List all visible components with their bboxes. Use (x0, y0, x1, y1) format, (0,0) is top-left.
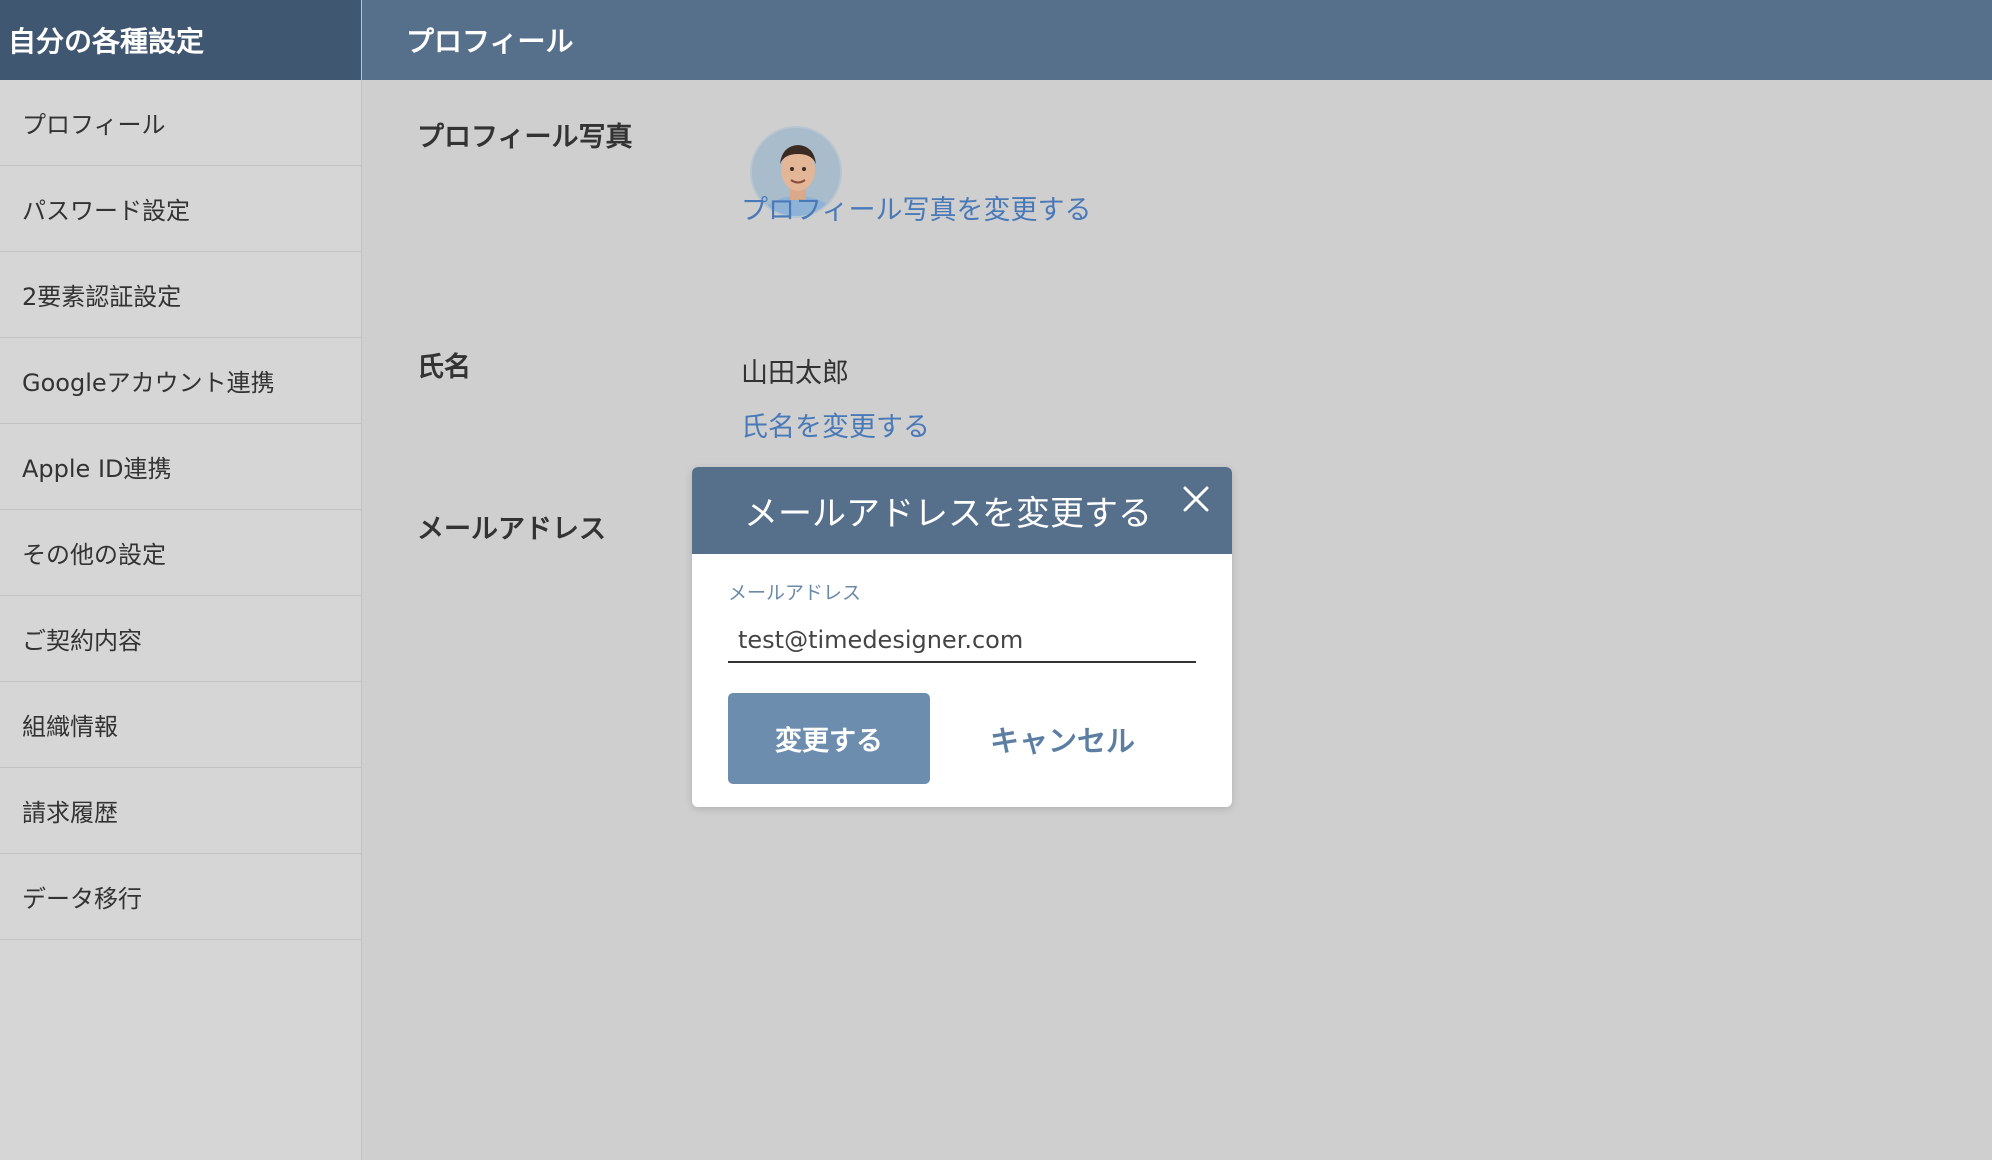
sidebar-item-google[interactable]: Googleアカウント連携 (0, 338, 361, 424)
sidebar-item-apple-id[interactable]: Apple ID連携 (0, 424, 361, 510)
sidebar: 自分の各種設定 プロフィール パスワード設定 2要素認証設定 Googleアカウ… (0, 0, 362, 1160)
change-name-link[interactable]: 氏名を変更する (741, 405, 930, 444)
email-field-label: メールアドレス (728, 582, 862, 604)
close-icon[interactable] (1178, 481, 1214, 517)
sidebar-nav: プロフィール パスワード設定 2要素認証設定 Googleアカウント連携 App… (0, 80, 361, 940)
sidebar-item-contract[interactable]: ご契約内容 (0, 596, 361, 682)
dialog-title: メールアドレスを変更する (744, 494, 1152, 534)
page-header: プロフィール (362, 0, 1992, 80)
submit-button[interactable]: 変更する (728, 693, 930, 784)
change-email-dialog: メールアドレスを変更する メールアドレス 変更する キャンセル (692, 467, 1232, 807)
dialog-header: メールアドレスを変更する (692, 467, 1232, 554)
sidebar-item-profile[interactable]: プロフィール (0, 80, 361, 166)
page-title: プロフィール (406, 25, 574, 58)
sidebar-item-organization[interactable]: 組織情報 (0, 682, 361, 768)
sidebar-item-data-migration[interactable]: データ移行 (0, 854, 361, 940)
change-photo-link[interactable]: プロフィール写真を変更する (741, 188, 1091, 227)
email-label: メールアドレス (417, 514, 606, 545)
name-label: 氏名 (417, 352, 471, 383)
email-input[interactable] (728, 619, 1196, 663)
sidebar-item-two-factor[interactable]: 2要素認証設定 (0, 252, 361, 338)
sidebar-item-password[interactable]: パスワード設定 (0, 166, 361, 252)
dialog-actions: 変更する キャンセル (728, 693, 1196, 784)
sidebar-item-other-settings[interactable]: その他の設定 (0, 510, 361, 596)
cancel-button[interactable]: キャンセル (970, 718, 1155, 760)
name-value: 山田太郎 (741, 358, 849, 389)
sidebar-title: 自分の各種設定 (0, 0, 361, 80)
photo-label: プロフィール写真 (417, 122, 633, 153)
dialog-body: メールアドレス 変更する キャンセル (692, 554, 1232, 784)
sidebar-item-billing-history[interactable]: 請求履歴 (0, 768, 361, 854)
